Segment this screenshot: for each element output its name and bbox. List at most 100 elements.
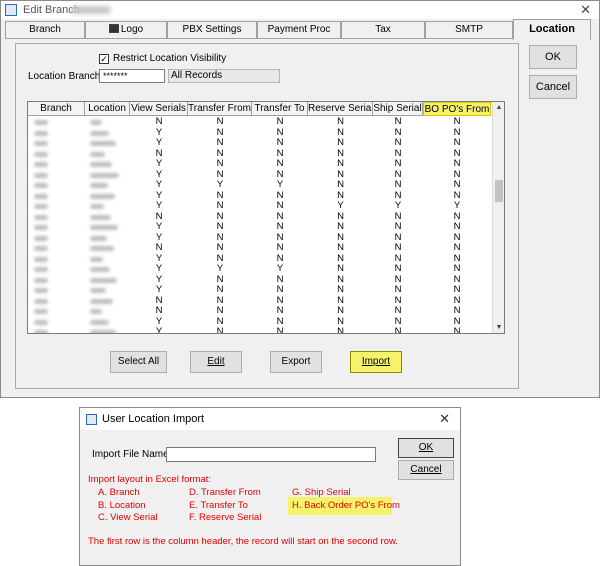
- tab-branch[interactable]: Branch: [5, 21, 85, 38]
- table-row[interactable]: YNNNNN: [28, 169, 494, 181]
- grid-cell[interactable]: N: [252, 326, 308, 333]
- tab-location[interactable]: Location: [513, 19, 591, 40]
- close-icon[interactable]: ✕: [580, 2, 591, 18]
- select-all-button[interactable]: Select All: [110, 351, 167, 373]
- grid-cell[interactable]: N: [252, 221, 308, 233]
- grid-cell[interactable]: N: [373, 137, 423, 149]
- table-row[interactable]: YNNNNN: [28, 326, 494, 333]
- ok-button[interactable]: OK: [529, 45, 577, 69]
- grid-cell[interactable]: N: [252, 305, 308, 317]
- grid-cell[interactable]: N: [188, 221, 252, 233]
- tab-logo[interactable]: Logo: [85, 21, 167, 38]
- table-row[interactable]: YNNNNN: [28, 137, 494, 149]
- grid-cell[interactable]: N: [423, 137, 491, 149]
- table-row[interactable]: YNNNNN: [28, 221, 494, 233]
- col-view-serials[interactable]: View Serials: [130, 102, 188, 116]
- scroll-down-icon[interactable]: ▼: [493, 324, 504, 331]
- grid-cell[interactable]: Y: [308, 200, 373, 212]
- grid-cell[interactable]: N: [308, 305, 373, 317]
- table-row[interactable]: YNNNNN: [28, 232, 494, 244]
- grid-cell[interactable]: N: [373, 221, 423, 233]
- grid-cell[interactable]: N: [252, 242, 308, 254]
- grid-cell[interactable]: N: [423, 305, 491, 317]
- grid-cell[interactable]: N: [373, 284, 423, 296]
- grid-cell[interactable]: Y: [130, 221, 188, 233]
- table-row[interactable]: NNNNNN: [28, 148, 494, 160]
- table-row[interactable]: YNNYYY: [28, 200, 494, 212]
- grid-cell[interactable]: N: [423, 221, 491, 233]
- grid-cell[interactable]: N: [308, 326, 373, 333]
- grid-cell[interactable]: Y: [252, 179, 308, 191]
- grid-cell[interactable]: Y: [423, 200, 491, 212]
- grid-cell[interactable]: N: [373, 158, 423, 170]
- cancel-button[interactable]: Cancel: [529, 75, 577, 99]
- grid-cell[interactable]: Y: [130, 158, 188, 170]
- grid-cell[interactable]: N: [188, 137, 252, 149]
- grid-scrollbar[interactable]: ▲ ▼: [492, 102, 504, 333]
- tab-payment-proc[interactable]: Payment Proc: [257, 21, 341, 38]
- grid-cell[interactable]: N: [130, 305, 188, 317]
- grid-cell[interactable]: N: [308, 221, 373, 233]
- col-location[interactable]: Location: [85, 102, 130, 116]
- dialog-close-icon[interactable]: ✕: [439, 411, 450, 427]
- grid-cell[interactable]: N: [252, 158, 308, 170]
- grid-cell[interactable]: N: [188, 326, 252, 333]
- grid-cell[interactable]: N: [252, 116, 308, 128]
- grid-cell[interactable]: N: [373, 116, 423, 128]
- table-row[interactable]: YNNNNN: [28, 190, 494, 202]
- grid-cell[interactable]: N: [423, 326, 491, 333]
- grid-cell[interactable]: N: [423, 179, 491, 191]
- grid-cell[interactable]: N: [130, 242, 188, 254]
- grid-cell[interactable]: N: [373, 326, 423, 333]
- grid-cell[interactable]: N: [423, 116, 491, 128]
- table-row[interactable]: YYYNNN: [28, 263, 494, 275]
- grid-cell[interactable]: N: [423, 158, 491, 170]
- col-ship-serial[interactable]: Ship Serial: [373, 102, 423, 116]
- grid-cell[interactable]: N: [308, 116, 373, 128]
- grid-cell[interactable]: N: [373, 242, 423, 254]
- grid-cell[interactable]: N: [373, 263, 423, 275]
- restrict-visibility-checkbox[interactable]: ✓: [99, 54, 109, 64]
- grid-cell[interactable]: N: [130, 116, 188, 128]
- table-row[interactable]: NNNNNN: [28, 211, 494, 223]
- table-row[interactable]: YNNNNN: [28, 127, 494, 139]
- grid-cell[interactable]: N: [188, 242, 252, 254]
- grid-cell[interactable]: Y: [130, 326, 188, 333]
- export-button[interactable]: Export: [270, 351, 322, 373]
- grid-cell[interactable]: N: [373, 179, 423, 191]
- scroll-thumb[interactable]: [495, 180, 503, 202]
- grid-cell[interactable]: N: [423, 284, 491, 296]
- grid-cell[interactable]: Y: [130, 200, 188, 212]
- col-transfer-to[interactable]: Transfer To: [252, 102, 308, 116]
- grid-cell[interactable]: N: [308, 179, 373, 191]
- grid-cell[interactable]: Y: [252, 263, 308, 275]
- table-row[interactable]: YNNNNN: [28, 316, 494, 328]
- table-row[interactable]: NNNNNN: [28, 116, 494, 128]
- grid-cell[interactable]: N: [373, 305, 423, 317]
- grid-cell[interactable]: N: [188, 305, 252, 317]
- edit-button[interactable]: Edit: [190, 351, 242, 373]
- table-row[interactable]: NNNNNN: [28, 295, 494, 307]
- grid-cell[interactable]: Y: [130, 284, 188, 296]
- col-transfer-from[interactable]: Transfer From: [188, 102, 252, 116]
- grid-cell[interactable]: Y: [188, 179, 252, 191]
- tab-tax[interactable]: Tax: [341, 21, 425, 38]
- grid-cell[interactable]: Y: [188, 263, 252, 275]
- grid-cell[interactable]: N: [308, 242, 373, 254]
- grid-cell[interactable]: N: [423, 242, 491, 254]
- table-row[interactable]: YNNNNN: [28, 158, 494, 170]
- scroll-up-icon[interactable]: ▲: [493, 104, 504, 111]
- dialog-ok-button[interactable]: OK: [398, 438, 454, 458]
- grid-cell[interactable]: N: [308, 158, 373, 170]
- table-row[interactable]: NNNNNN: [28, 242, 494, 254]
- grid-cell[interactable]: N: [188, 284, 252, 296]
- col-reserve-serial[interactable]: Reserve Serial: [308, 102, 373, 116]
- grid-cell[interactable]: Y: [130, 179, 188, 191]
- grid-cell[interactable]: N: [188, 158, 252, 170]
- grid-cell[interactable]: N: [308, 137, 373, 149]
- grid-cell[interactable]: N: [252, 200, 308, 212]
- import-file-name-input[interactable]: [166, 447, 376, 462]
- location-grid[interactable]: Branch Location View Serials Transfer Fr…: [27, 101, 505, 334]
- grid-cell[interactable]: N: [188, 200, 252, 212]
- table-row[interactable]: YNNNNN: [28, 274, 494, 286]
